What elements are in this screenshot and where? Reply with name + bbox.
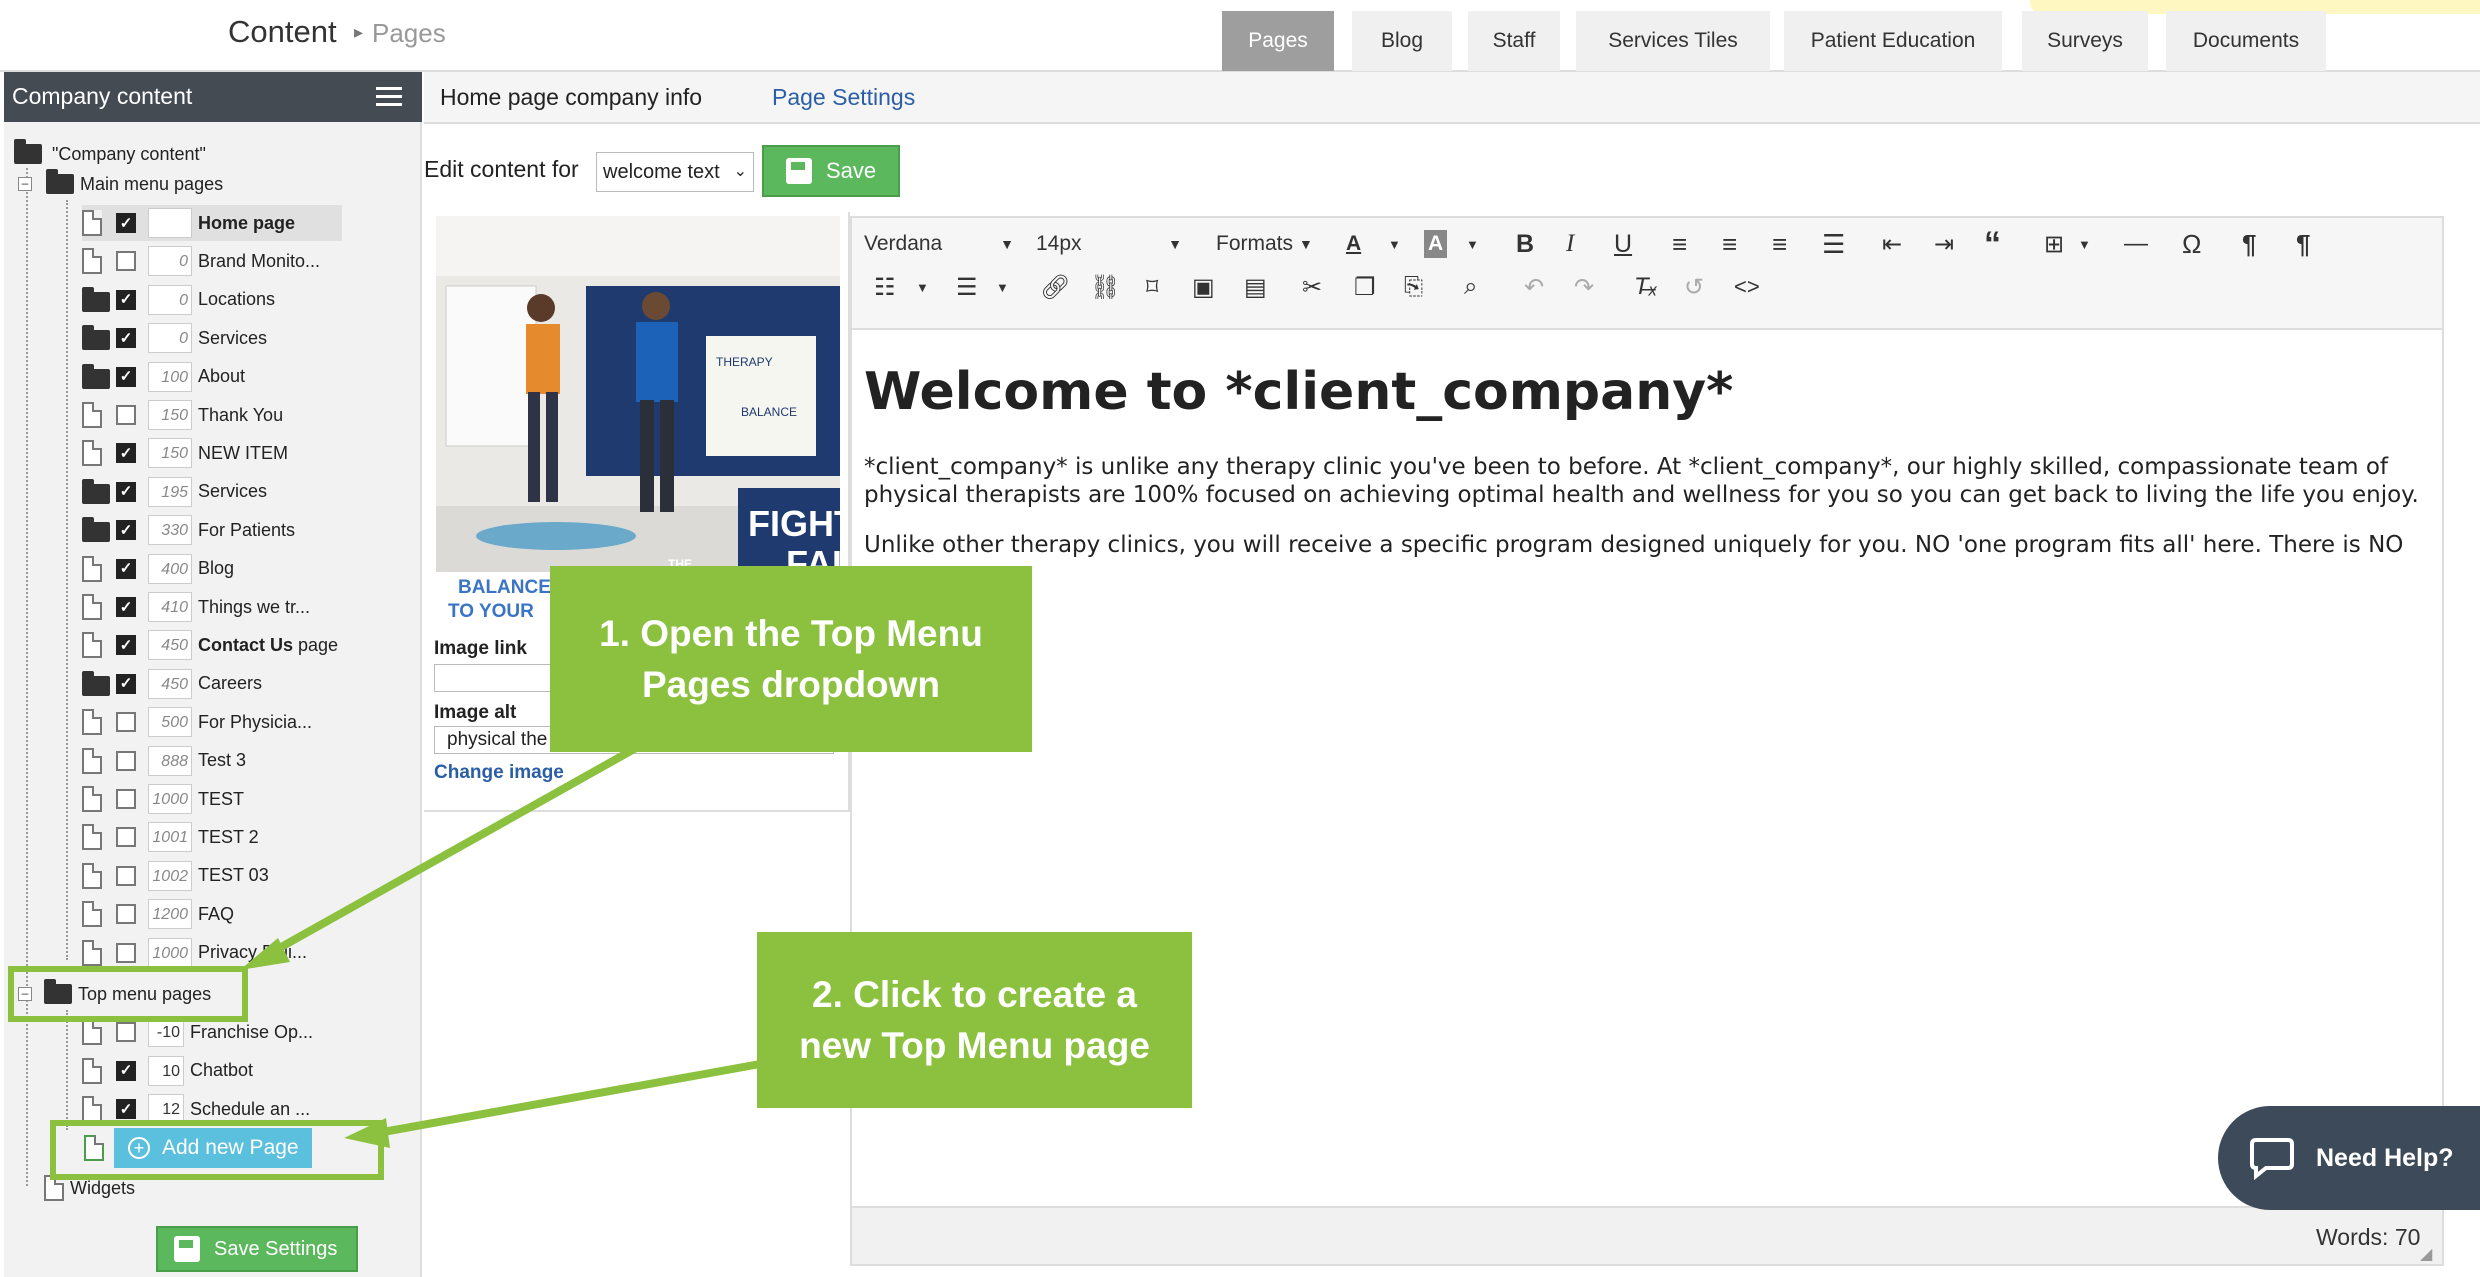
callout-arrows bbox=[240, 744, 761, 1148]
arrow-head-icon bbox=[344, 1118, 390, 1148]
